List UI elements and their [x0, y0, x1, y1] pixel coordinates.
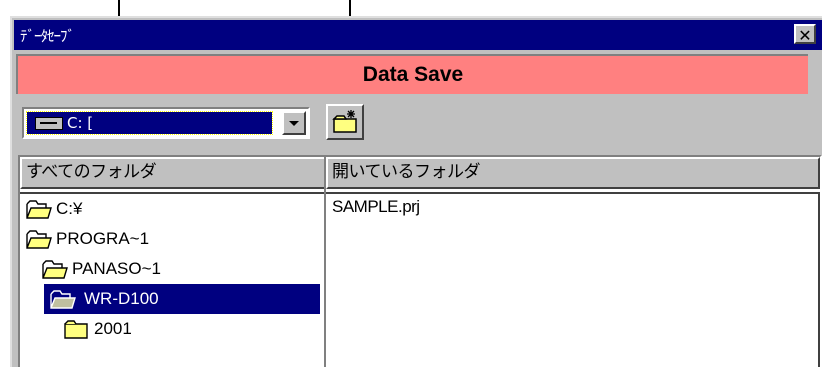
- tree-item-c-drive[interactable]: C:¥: [22, 194, 122, 224]
- close-button[interactable]: ✕: [794, 24, 816, 45]
- tree-item-progra[interactable]: PROGRA~1: [22, 224, 172, 254]
- open-folder-header: 開いているフォルダ: [326, 157, 820, 189]
- drive-label: C: [: [67, 114, 94, 132]
- all-folders-panel: すべてのフォルダ C:¥ PROGRA~1 PANASO~1 WR-D100 2…: [18, 155, 342, 367]
- open-folder-icon: [42, 260, 68, 279]
- window-title: ﾃﾞｰﾀｾｰﾌﾞ: [20, 27, 75, 45]
- drive-select[interactable]: C: [: [22, 107, 310, 139]
- file-item-sample[interactable]: SAMPLE.prj: [332, 194, 420, 220]
- tree-item-wr-d100[interactable]: WR-D100: [44, 284, 320, 314]
- tree-item-label: C:¥: [56, 199, 83, 218]
- tree-item-label: 2001: [94, 319, 132, 338]
- tree-item-label: PROGRA~1: [56, 229, 150, 248]
- drive-select-value: C: [: [26, 111, 273, 135]
- chevron-down-icon[interactable]: [282, 111, 306, 135]
- file-list[interactable]: SAMPLE.prj: [326, 192, 820, 367]
- tree-item-2001[interactable]: 2001: [60, 314, 180, 344]
- close-icon: ✕: [798, 26, 812, 45]
- data-save-banner: Data Save: [16, 54, 808, 94]
- title-bar: ﾃﾞｰﾀｾｰﾌﾞ ✕: [14, 20, 822, 50]
- all-folders-header: すべてのフォルダ: [20, 157, 340, 189]
- folder-icon: [64, 320, 88, 339]
- new-folder-icon: [332, 110, 357, 133]
- tree-item-panaso[interactable]: PANASO~1: [38, 254, 188, 284]
- drive-icon: [35, 117, 63, 130]
- open-folder-panel: 開いているフォルダ SAMPLE.prj: [324, 155, 822, 367]
- tree-item-label: WR-D100: [84, 289, 159, 308]
- open-folder-icon: [26, 230, 52, 249]
- folder-tree[interactable]: C:¥ PROGRA~1 PANASO~1 WR-D100 2001: [20, 192, 340, 367]
- screenshot: ﾃﾞｰﾀｾｰﾌﾞ ✕ Data Save C: [ すべてのフォルダ C:¥ P…: [0, 0, 822, 367]
- tree-item-label: PANASO~1: [72, 259, 161, 278]
- new-folder-button[interactable]: [326, 104, 364, 140]
- open-folder-icon: [26, 200, 52, 219]
- open-folder-icon: [50, 290, 76, 309]
